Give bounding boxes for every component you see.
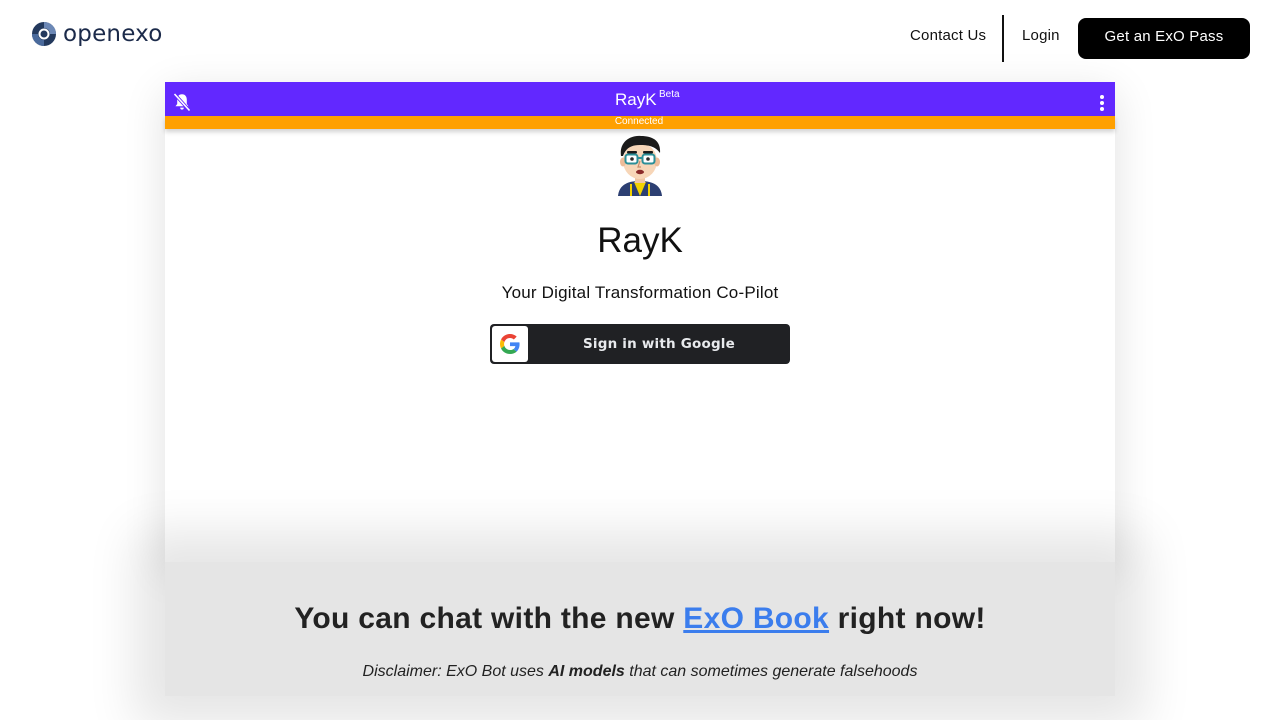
- disclaimer-prefix: Disclaimer: ExO Bot uses: [362, 663, 549, 680]
- exo-book-link[interactable]: ExO Book: [683, 602, 829, 635]
- login-link[interactable]: Login: [1022, 27, 1060, 45]
- bot-tagline: Your Digital Transformation Co-Pilot: [501, 283, 779, 302]
- connection-status-bar: Connected: [165, 116, 1115, 129]
- chat-header: RayK Beta: [165, 82, 1115, 116]
- disclaimer-emphasis: AI models: [548, 663, 625, 680]
- google-logo-container: [492, 326, 528, 362]
- promo-heading-prefix: You can chat with the new: [294, 602, 684, 635]
- bot-name: RayK: [597, 221, 683, 260]
- chat-widget: RayK Beta Connected RayK Your Digital Tr…: [165, 82, 1115, 562]
- chat-title: RayK: [615, 90, 657, 109]
- beta-badge: Beta: [659, 89, 680, 100]
- bell-off-icon[interactable]: [173, 92, 191, 112]
- openexo-logo[interactable]: openexo: [31, 19, 163, 49]
- disclaimer-text: Disclaimer: ExO Bot uses AI models that …: [0, 662, 1280, 682]
- nav-divider: [1002, 15, 1004, 62]
- openexo-logo-icon: [32, 22, 56, 46]
- top-navigation: openexo Contact Us Login Get an ExO Pass: [0, 0, 1280, 72]
- get-exo-pass-button[interactable]: Get an ExO Pass: [1078, 18, 1250, 59]
- google-g-icon: [500, 334, 520, 354]
- promo-heading-suffix: right now!: [829, 602, 986, 635]
- google-button-label: Sign in with Google: [582, 336, 735, 352]
- disclaimer-suffix: that can sometimes generate falsehoods: [624, 663, 918, 680]
- connection-status-text: Connected: [614, 116, 664, 127]
- contact-us-link[interactable]: Contact Us: [910, 27, 986, 45]
- logo-text: openexo: [63, 21, 163, 47]
- sign-in-with-google-button[interactable]: Sign in with Google: [490, 324, 790, 364]
- promo-heading: You can chat with the new ExO Book right…: [0, 601, 1280, 637]
- kebab-menu-icon[interactable]: [1099, 94, 1105, 112]
- bot-avatar: [618, 135, 662, 196]
